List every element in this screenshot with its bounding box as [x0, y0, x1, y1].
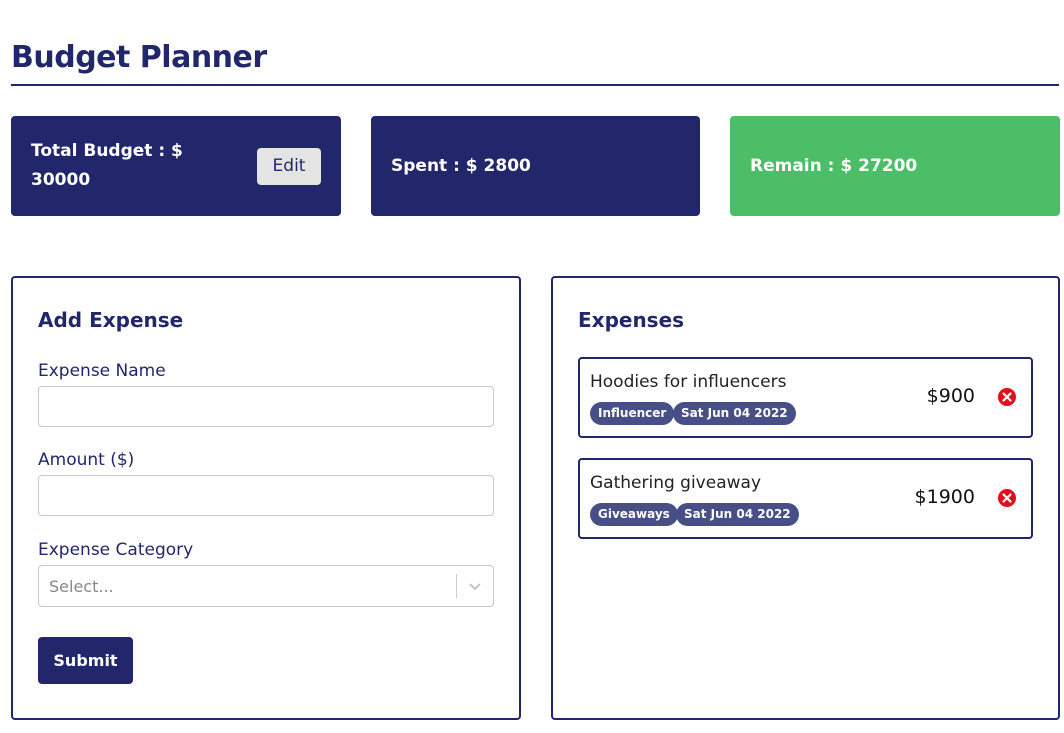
amount-input[interactable] [38, 475, 494, 516]
close-circle-icon[interactable] [997, 387, 1017, 407]
expenses-panel: Expenses Hoodies for influencers Influen… [551, 276, 1060, 720]
chevron-down-icon[interactable] [457, 566, 493, 606]
expense-name: Gathering giveaway [590, 473, 762, 493]
expense-name-label: Expense Name [38, 361, 166, 381]
edit-budget-button[interactable]: Edit [257, 147, 321, 185]
expense-name: Hoodies for influencers [590, 372, 787, 392]
add-expense-heading: Add Expense [38, 308, 184, 332]
amount-label: Amount ($) [38, 450, 135, 470]
spent-card: Spent : $ 2800 [371, 116, 700, 216]
date-badge: Sat Jun 04 2022 [676, 503, 799, 526]
remain-label: Remain : $ 27200 [750, 156, 918, 176]
expense-name-input[interactable] [38, 386, 494, 427]
expense-item: Hoodies for influencers Influencer Sat J… [578, 357, 1033, 438]
total-budget-label: Total Budget : $ 30000 [31, 141, 183, 190]
page-title: Budget Planner [11, 40, 267, 75]
total-budget-card: Total Budget : $ 30000 Edit [11, 116, 341, 216]
remain-card: Remain : $ 27200 [730, 116, 1060, 216]
expenses-heading: Expenses [578, 308, 685, 332]
expense-amount: $1900 [914, 486, 975, 508]
spent-label: Spent : $ 2800 [391, 156, 531, 176]
expense-category-label: Expense Category [38, 540, 194, 560]
date-badge: Sat Jun 04 2022 [673, 402, 796, 425]
expense-item: Gathering giveaway Giveaways Sat Jun 04 … [578, 458, 1033, 539]
category-badge: Giveaways [590, 503, 678, 526]
close-circle-icon[interactable] [997, 488, 1017, 508]
expense-category-select[interactable]: Select... [38, 565, 494, 607]
add-expense-panel: Add Expense Expense Name Amount ($) Expe… [11, 276, 521, 720]
title-divider [11, 84, 1059, 86]
expense-amount: $900 [926, 385, 975, 407]
category-placeholder: Select... [49, 576, 114, 596]
category-badge: Influencer [590, 402, 675, 425]
submit-button[interactable]: Submit [38, 637, 133, 684]
